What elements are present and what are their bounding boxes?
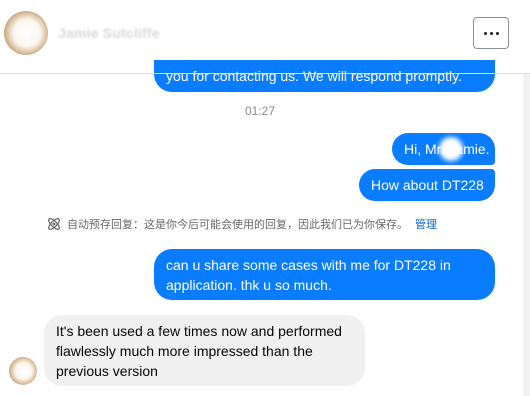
message-text: It's been used a few times now and perfo… [56,323,342,379]
outgoing-message-how-about[interactable]: How about DT228 [359,169,495,201]
header-divider [0,73,530,74]
saved-reply-notice-text: 自动预存回复：这是你今后可能会使用的回复，因此我们已为你保存。 [67,219,408,231]
outgoing-message-share-request[interactable]: can u share some cases with me for DT228… [154,249,495,300]
more-horizontal-icon [483,31,487,35]
more-horizontal-icon-dot [489,31,493,35]
more-options-button-overlay[interactable] [473,17,509,49]
more-horizontal-icon-dot [495,31,499,35]
saved-reply-notice: 自动预存回复：这是你今后可能会使用的回复，因此我们已为你保存。 管理 [46,215,437,233]
header-overlay: Jamie Sutcliffe [0,0,530,60]
sender-avatar[interactable] [9,357,37,385]
redaction-blur [439,137,463,161]
message-text: you for contacting us. We will respond p… [166,68,462,84]
manage-saved-replies-link[interactable]: 管理 [415,216,437,232]
auto-reply-atom-icon [48,218,60,230]
scrollbar-track[interactable] [523,74,530,396]
message-text: can u share some cases with me for DT228… [166,257,451,293]
contact-avatar-overlay [4,11,48,55]
incoming-message[interactable]: It's been used a few times now and perfo… [44,315,365,386]
outgoing-message-greeting[interactable]: Hi, Mr. Jamie. [392,133,495,165]
message-timestamp: 01:27 [244,104,276,118]
contact-name-overlay: Jamie Sutcliffe [58,25,160,41]
message-text: How about DT228 [371,177,484,193]
